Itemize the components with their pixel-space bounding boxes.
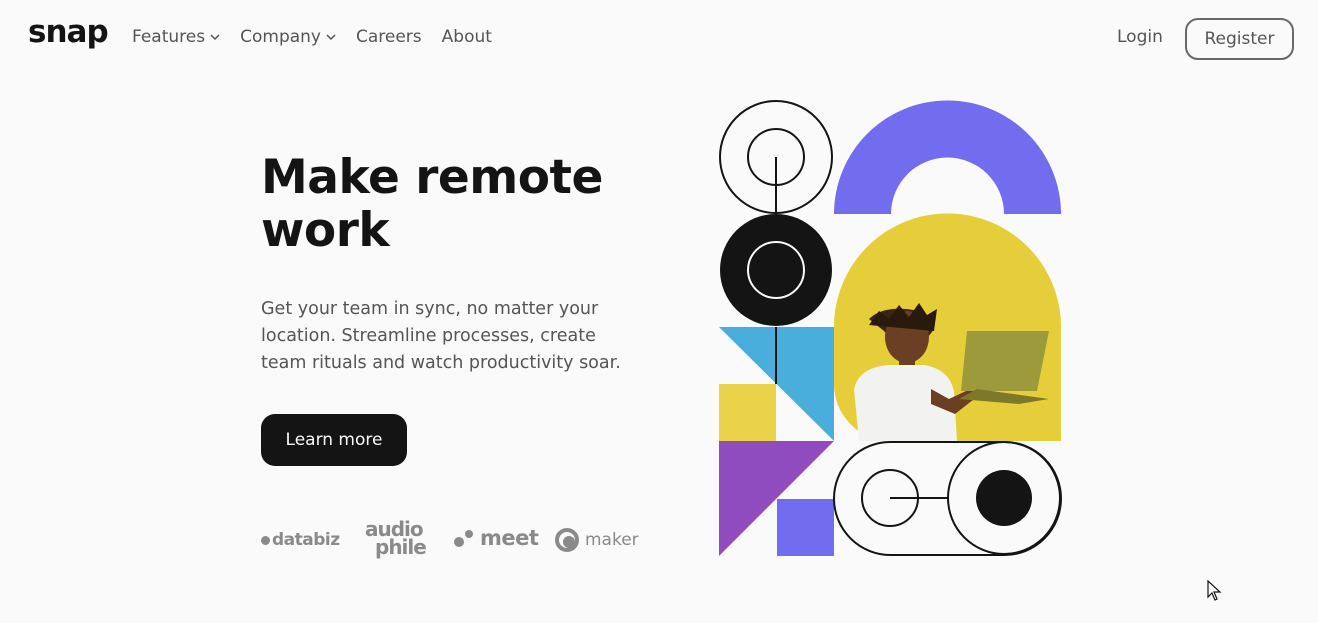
toggle-shape (833, 441, 1062, 556)
login-link[interactable]: Login (1117, 27, 1163, 47)
hero-description: Get your team in sync, no matter your lo… (261, 299, 621, 373)
audiophile-text-bottom: phile (375, 535, 427, 559)
audiophile-logo: audio phile (365, 519, 427, 559)
meet-text: meet (480, 526, 539, 550)
nav-item-label: Features (132, 27, 206, 47)
learn-more-button[interactable]: Learn more (261, 414, 407, 466)
chevron-down-icon (210, 34, 220, 41)
databiz-text: databiz (272, 530, 340, 550)
maker-logo: maker (555, 528, 639, 552)
nav-item-company[interactable]: Company (240, 27, 336, 47)
chevron-down-icon (326, 34, 336, 41)
maker-icon (555, 528, 579, 552)
nav-item-careers[interactable]: Careers (356, 27, 422, 47)
nav-item-features[interactable]: Features (132, 27, 220, 47)
ring-key-shape (719, 100, 833, 214)
worker-photo (834, 213, 1061, 441)
meet-dots-icon (454, 527, 476, 549)
purple-arch-shape (834, 100, 1061, 214)
nav-item-label: About (441, 27, 492, 47)
logo[interactable]: snap (28, 14, 109, 50)
nav-item-label: Company (240, 27, 321, 47)
maker-text: maker (585, 530, 639, 550)
main-nav: Features Company Careers About (132, 27, 492, 47)
nav-item-about[interactable]: About (442, 27, 492, 47)
remote-worker-illustration (719, 100, 1062, 556)
nav-item-label: Careers (355, 27, 422, 47)
site-header: snap Features Company Careers About Logi… (0, 0, 1318, 76)
black-disc-shape (720, 214, 832, 326)
mouse-pointer-icon (1207, 580, 1222, 601)
databiz-logo: databiz (261, 530, 340, 550)
purple-square-shape (777, 499, 834, 556)
meet-logo: meet (454, 526, 539, 550)
client-logos: databiz audio phile meet maker (261, 519, 641, 560)
dot-icon (261, 536, 270, 545)
yellow-square-shape (719, 384, 776, 441)
hero-title: Make remote work (261, 150, 603, 258)
register-button[interactable]: Register (1185, 18, 1294, 60)
